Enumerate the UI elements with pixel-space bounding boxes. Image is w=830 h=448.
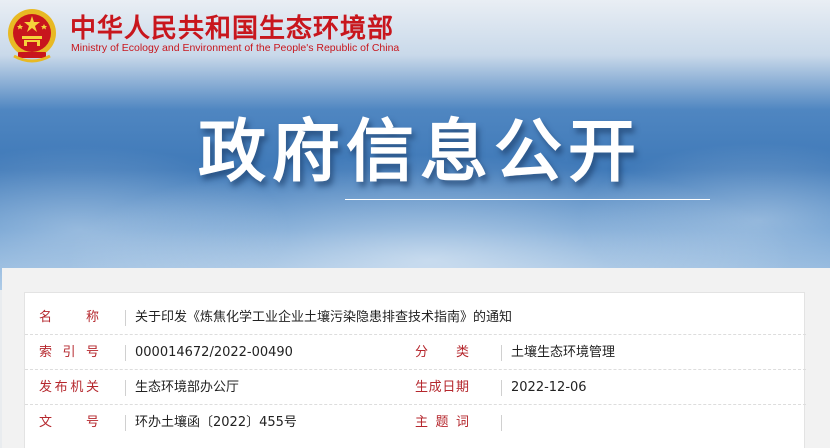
index-value: 000014672/2022-00490 <box>135 345 293 360</box>
row-index-category: 索引号 000014672/2022-00490 分 类 土壤生态环境管理 <box>25 336 806 370</box>
issuer-label: 发布机关 <box>39 380 99 395</box>
index-label: 索引号 <box>39 345 99 360</box>
separator <box>501 345 502 361</box>
row-title: 名 称 关于印发《炼焦化学工业企业土壤污染隐患排查技术指南》的通知 <box>25 301 806 335</box>
issuer-value: 生态环境部办公厅 <box>135 380 240 395</box>
title-value: 关于印发《炼焦化学工业企业土壤污染隐患排查技术指南》的通知 <box>135 310 513 325</box>
separator <box>125 415 126 431</box>
date-value: 2022-12-06 <box>511 380 587 395</box>
doc-number-value: 环办土壤函〔2022〕455号 <box>135 415 297 430</box>
date-label: 生成日期 <box>415 380 469 395</box>
separator <box>125 310 126 326</box>
keywords-label: 主题词 <box>415 415 469 430</box>
separator <box>501 380 502 396</box>
category-value: 土壤生态环境管理 <box>511 345 616 360</box>
title-divider <box>345 199 710 200</box>
separator <box>125 345 126 361</box>
row-issuer-date: 发布机关 生态环境部办公厅 生成日期 2022-12-06 <box>25 371 806 405</box>
org-name-en[interactable]: Ministry of Ecology and Environment of t… <box>71 42 399 54</box>
title-label: 名 称 <box>39 310 99 325</box>
separator <box>125 380 126 396</box>
row-docnumber-keywords: 文 号 环办土壤函〔2022〕455号 主题词 <box>25 406 806 440</box>
document-info-table: 名 称 关于印发《炼焦化学工业企业土壤污染隐患排查技术指南》的通知 索引号 00… <box>24 292 806 448</box>
header-banner: 中华人民共和国生态环境部 Ministry of Ecology and Env… <box>0 0 830 290</box>
page-title: 政府信息公开 <box>197 113 642 192</box>
separator <box>501 415 502 431</box>
national-emblem-icon <box>8 9 56 63</box>
category-label: 分 类 <box>415 345 469 360</box>
doc-number-label: 文 号 <box>39 415 99 430</box>
org-name-cn[interactable]: 中华人民共和国生态环境部 <box>70 8 394 45</box>
